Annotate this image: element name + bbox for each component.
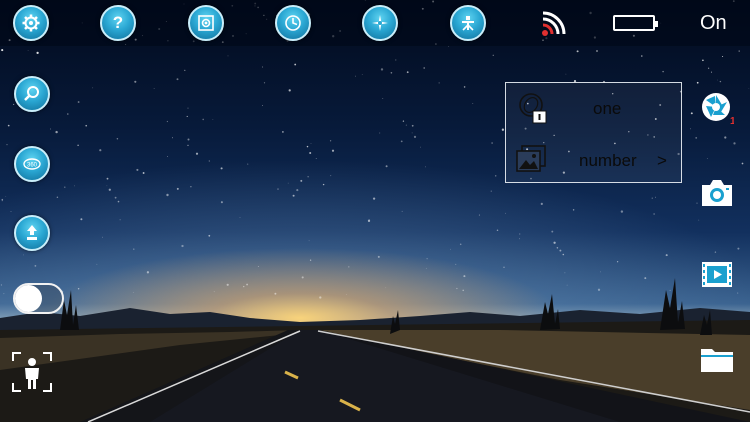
- toggle-knob: [15, 285, 42, 312]
- timer-button[interactable]: [275, 5, 311, 41]
- focus-button[interactable]: [14, 76, 50, 112]
- gear-icon: [22, 14, 40, 32]
- status-label: On: [700, 12, 727, 34]
- aperture-badge: 1: [730, 116, 734, 125]
- count-arrow[interactable]: >: [657, 151, 667, 171]
- battery-icon: [613, 15, 658, 31]
- tripod-icon: [462, 16, 474, 31]
- shutter-lock-icon: [519, 93, 547, 124]
- camera-viewfinder[interactable]: ? On 360 one number > 1: [0, 0, 750, 422]
- panorama-button[interactable]: 360: [14, 146, 50, 182]
- count-row[interactable]: number >: [506, 141, 683, 181]
- gimbal-button[interactable]: [450, 5, 486, 41]
- capture-mode-panel: one number >: [505, 82, 682, 183]
- mode-toggle-switch[interactable]: [13, 283, 64, 314]
- folder-icon[interactable]: [700, 342, 734, 376]
- help-label: ?: [112, 13, 124, 32]
- svg-text:360: 360: [27, 163, 38, 169]
- camera-frame-icon: [198, 15, 214, 31]
- desert-road-background: [0, 278, 750, 422]
- mode-row[interactable]: one: [506, 89, 683, 129]
- exposure-button[interactable]: [362, 5, 398, 41]
- compass-star-icon: [372, 15, 388, 31]
- settings-button[interactable]: [13, 5, 49, 41]
- lift-button[interactable]: [14, 215, 50, 251]
- wireless-signal-icon: [542, 11, 566, 36]
- up-arrow-icon: [27, 225, 37, 240]
- clock-icon: [285, 15, 301, 31]
- person-frame-icon[interactable]: [12, 352, 52, 392]
- mode-label: one: [593, 99, 622, 118]
- count-label: number: [579, 151, 637, 170]
- aperture-icon[interactable]: 1: [700, 91, 734, 125]
- video-play-icon[interactable]: [700, 258, 734, 292]
- camera-icon[interactable]: [700, 176, 734, 210]
- gallery-icon: [516, 145, 546, 172]
- capture-mode-button[interactable]: [188, 5, 224, 41]
- 360-rotate-icon: 360: [23, 158, 41, 170]
- help-button[interactable]: ?: [100, 5, 136, 41]
- magnifier-icon: [24, 86, 39, 101]
